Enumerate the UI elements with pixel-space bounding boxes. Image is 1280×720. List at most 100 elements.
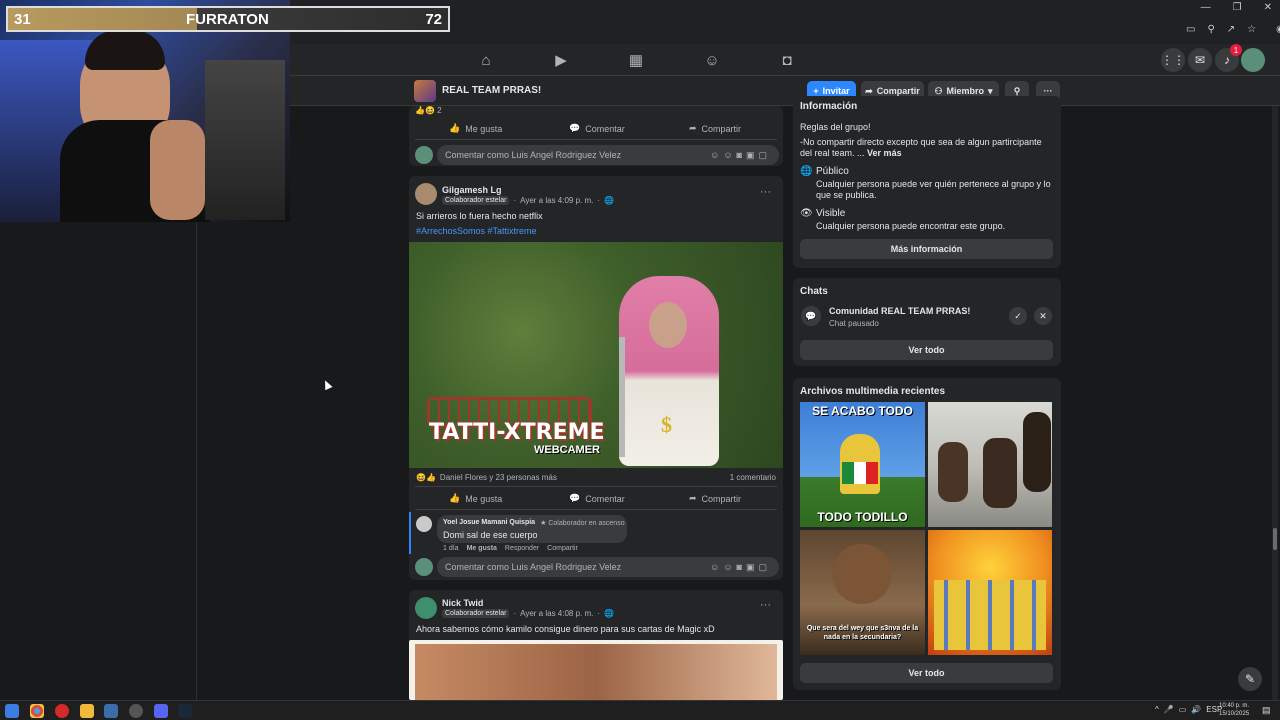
groups-icon[interactable]: ☺: [701, 49, 723, 71]
media-thumb-4[interactable]: [928, 530, 1052, 655]
app-icon[interactable]: [104, 704, 118, 718]
restore-icon[interactable]: ❐: [1233, 2, 1242, 13]
comment-input[interactable]: Comentar como Luis Angel Rodriguez Velez…: [437, 557, 779, 577]
see-all-media-button[interactable]: Ver todo: [800, 663, 1053, 683]
gaming-icon[interactable]: ◘: [776, 49, 798, 71]
marketplace-icon[interactable]: ▦: [625, 49, 647, 71]
avatar[interactable]: [416, 516, 432, 532]
comment-button[interactable]: 💬 Comentar: [569, 123, 625, 134]
share-button[interactable]: ➦ Compartir: [689, 123, 741, 134]
comment-bubble-icon: 💬: [569, 123, 581, 133]
mouse-cursor-icon: [321, 378, 333, 391]
discord-icon[interactable]: [154, 704, 168, 718]
chats-card: Chats 💬 Comunidad REAL TEAM PRRAS! Chat …: [793, 278, 1061, 366]
comment-time[interactable]: 1 día: [443, 545, 459, 552]
comment-bubble-icon: 💬: [569, 493, 581, 503]
tray-chevron-icon[interactable]: ^: [1155, 705, 1159, 714]
like-button[interactable]: 👍 Me gusta: [449, 123, 502, 134]
recent-media-card: Archivos multimedia recientes SE ACABO T…: [793, 378, 1061, 690]
post-time[interactable]: Ayer a las 4:08 p. m.: [520, 609, 593, 618]
home-icon[interactable]: ⌂: [475, 49, 497, 71]
status-badge: Colaborador estelar: [442, 196, 510, 205]
post-author[interactable]: Gilgamesh Lg: [442, 185, 502, 195]
obs-icon[interactable]: [129, 704, 143, 718]
scrollbar[interactable]: [1272, 106, 1278, 700]
bookmark-star-icon[interactable]: ☆: [1247, 24, 1256, 35]
post-meta: Colaborador estelar · Ayer a las 4:08 p. …: [442, 609, 614, 618]
plus-icon: +: [813, 86, 819, 96]
post-options-icon[interactable]: ···: [760, 186, 771, 198]
search-icon: ⚲: [1013, 85, 1021, 96]
network-icon[interactable]: ▭: [1179, 705, 1187, 714]
flag-shape: [842, 462, 878, 484]
start-icon[interactable]: [5, 704, 19, 718]
group-avatar: [414, 80, 436, 102]
visible-title: Visible: [816, 208, 846, 219]
menu-grid-icon[interactable]: ⋮⋮: [1161, 48, 1185, 72]
file-explorer-icon[interactable]: [80, 704, 94, 718]
messenger-icon[interactable]: ✉: [1188, 48, 1212, 72]
media-thumb-3[interactable]: Que sera del wey que s3nva de la nada en…: [800, 530, 925, 655]
profile-avatar[interactable]: [1241, 48, 1265, 72]
comments-count[interactable]: 1 comentario: [730, 473, 776, 482]
comment-button[interactable]: 💬 Comentar: [569, 493, 625, 504]
zoom-icon[interactable]: ⚲: [1207, 24, 1214, 35]
profile-icon[interactable]: ◉: [1276, 24, 1280, 35]
close-icon[interactable]: ✕: [1034, 307, 1052, 325]
comment-highlight: [409, 512, 411, 554]
notification-center-icon[interactable]: ▤: [1262, 705, 1271, 716]
media-thumb-1[interactable]: SE ACABO TODO TODO TODILLO: [800, 402, 925, 527]
comment-actions: 1 día Me gusta Responder Compartir: [443, 545, 578, 552]
check-icon[interactable]: ✓: [1009, 307, 1027, 325]
chevron-down-icon: ▾: [988, 85, 993, 96]
minimize-icon[interactable]: —: [1201, 2, 1211, 13]
volume-icon[interactable]: 🔊: [1191, 705, 1201, 714]
dollar-pendant: $: [661, 412, 672, 437]
clock[interactable]: 10:40 p. m. 15/10/2025: [1219, 702, 1249, 718]
media-thumb-2[interactable]: [928, 402, 1052, 527]
share-page-icon[interactable]: ↗: [1227, 24, 1235, 35]
reaction-icons: 😆👍: [416, 473, 436, 482]
image-content: [415, 644, 777, 700]
post-image[interactable]: $ TATTI-XTREME WEBCAMER: [409, 242, 783, 468]
video-icon[interactable]: ▶: [550, 49, 572, 71]
thumbs-up-icon: 👍: [449, 493, 461, 503]
mic-icon[interactable]: 🎤: [1164, 705, 1174, 714]
comment-author[interactable]: Yoel Josue Mamani Quispia: [443, 519, 535, 527]
post-time[interactable]: Ayer a las 4:09 p. m.: [520, 196, 593, 205]
post-options-icon[interactable]: ···: [760, 599, 771, 611]
avatar[interactable]: [415, 183, 437, 205]
comment-tool-icons[interactable]: ☺☺◙▣▢: [710, 150, 771, 161]
comment-like-link[interactable]: Me gusta: [467, 545, 497, 552]
comment-share-link[interactable]: Compartir: [547, 545, 578, 552]
see-more-link[interactable]: Ver más: [867, 148, 902, 158]
share-button[interactable]: ➦ Compartir: [689, 493, 741, 504]
staff-prop: [619, 337, 625, 457]
reactions-summary[interactable]: 😆👍 Daniel Flores y 23 personas más: [416, 473, 557, 482]
post-hashtags[interactable]: #ArrechosSomos #Tattixtreme: [416, 226, 537, 236]
like-button[interactable]: 👍 Me gusta: [449, 493, 502, 504]
chrome-icon[interactable]: [30, 704, 44, 718]
post-nick: Nick Twid Colaborador estelar · Ayer a la…: [409, 590, 783, 700]
group-name[interactable]: REAL TEAM PRRAS!: [442, 85, 541, 96]
close-icon[interactable]: ✕: [1264, 2, 1272, 13]
person-shape: [983, 438, 1017, 508]
cast-icon[interactable]: ▭: [1186, 24, 1195, 35]
globe-icon: 🌐: [604, 196, 615, 205]
scrollbar-thumb[interactable]: [1273, 528, 1277, 550]
see-all-chats-button[interactable]: Ver todo: [800, 340, 1053, 360]
avatar[interactable]: [415, 597, 437, 619]
opera-icon[interactable]: [55, 704, 69, 718]
comment-bubble: Yoel Josue Mamani Quispia ★ Colaborador …: [437, 515, 627, 543]
chat-name[interactable]: Comunidad REAL TEAM PRRAS!: [829, 306, 970, 316]
more-info-button[interactable]: Más información: [800, 239, 1053, 259]
post-image[interactable]: [409, 640, 783, 700]
status-badge: Colaborador en ascenso: [548, 520, 625, 527]
compose-icon[interactable]: ✎: [1238, 667, 1262, 691]
post-author[interactable]: Nick Twid: [442, 598, 483, 608]
comment-reply-link[interactable]: Responder: [505, 545, 539, 552]
meme-bottom-text: TODO TODILLO: [817, 510, 908, 524]
comment-input[interactable]: Comentar como Luis Angel Rodriguez Velez…: [437, 145, 779, 165]
steam-icon[interactable]: [178, 704, 192, 718]
comment-tool-icons[interactable]: ☺☺◙▣▢: [710, 562, 771, 573]
